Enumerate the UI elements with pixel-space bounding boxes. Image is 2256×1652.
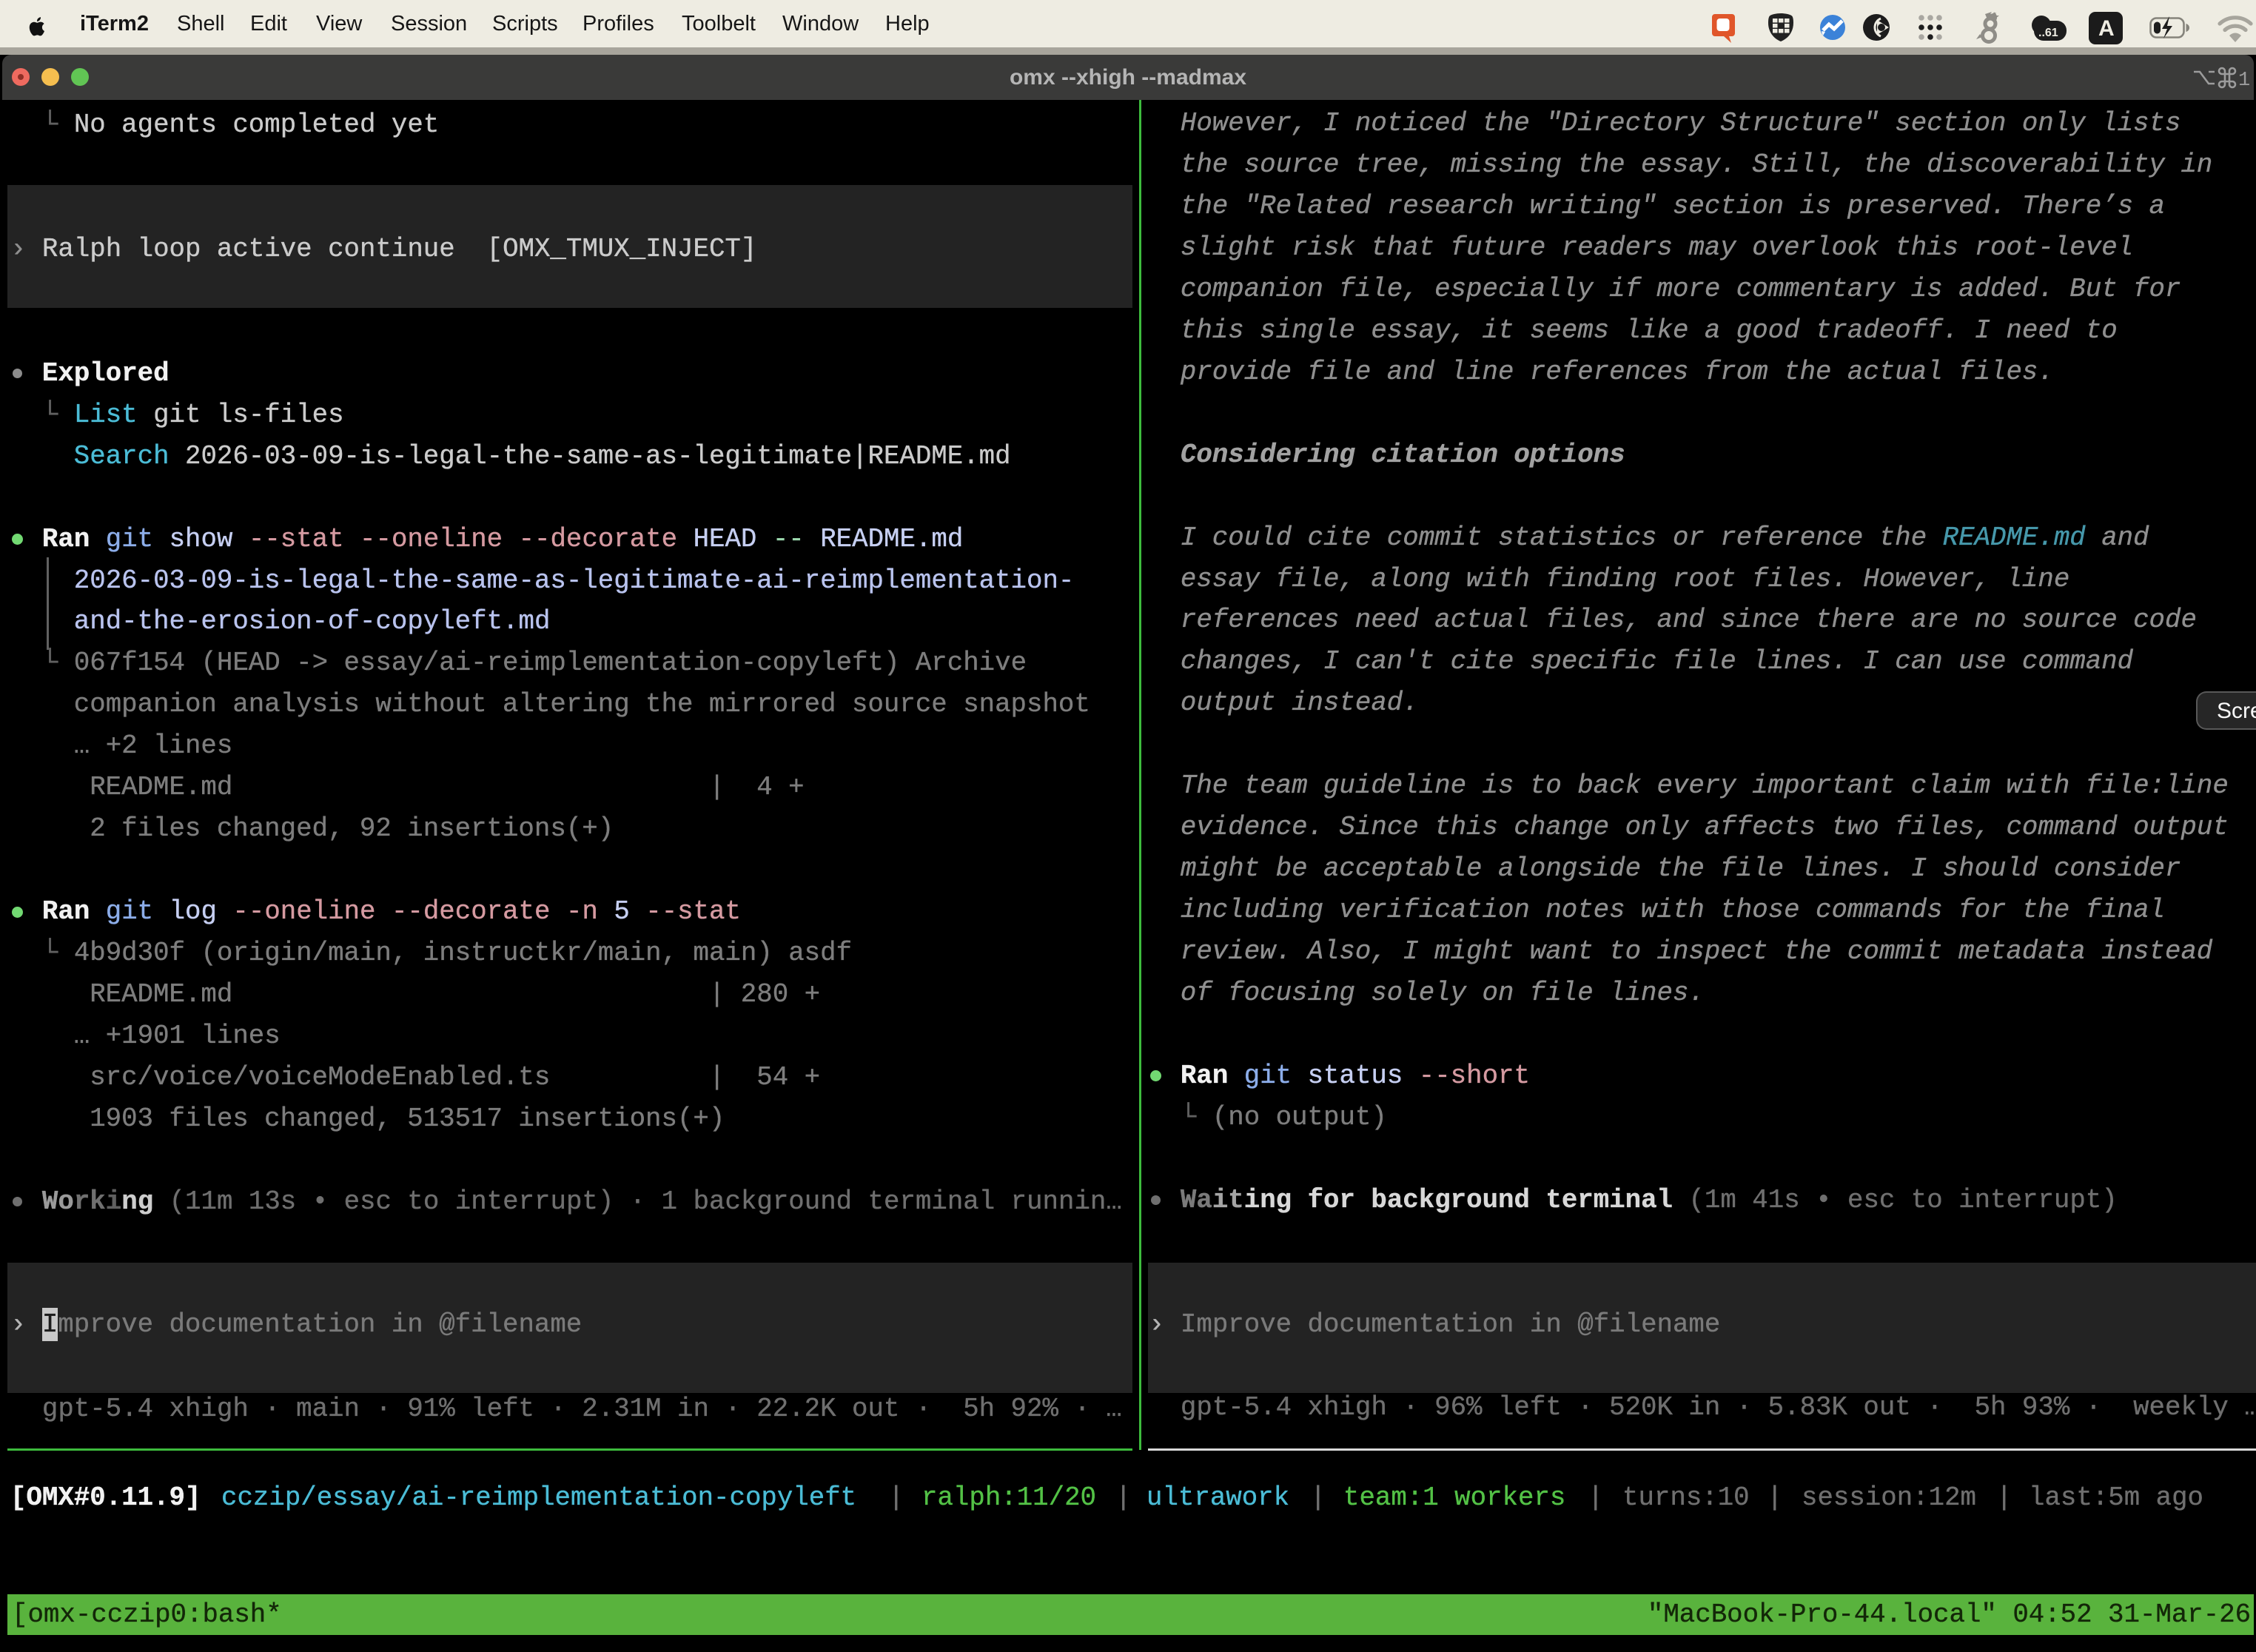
svg-text:..61: ..61 — [2038, 27, 2058, 39]
svg-text:1: 1 — [2238, 70, 2250, 89]
